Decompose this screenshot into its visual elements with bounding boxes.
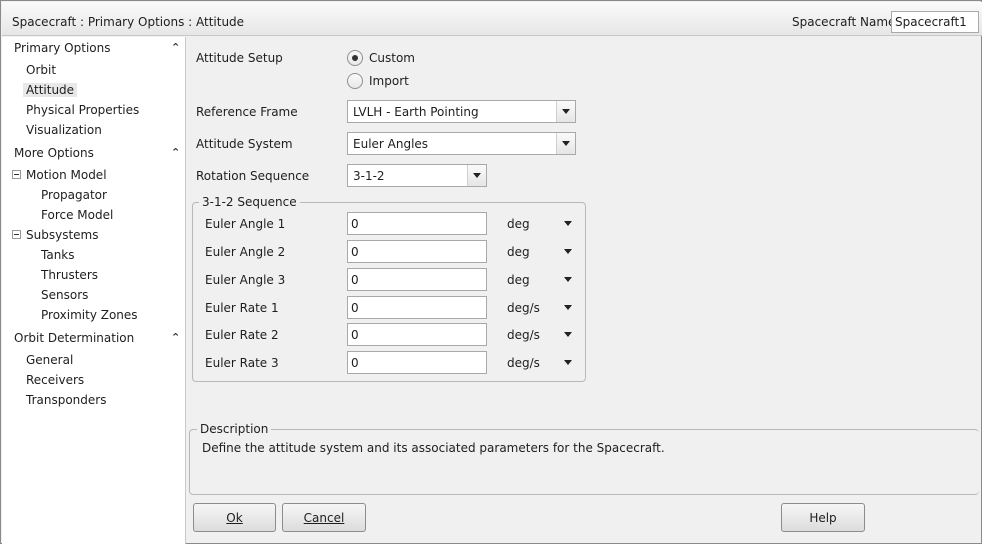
euler-rate-1-input[interactable]: [347, 296, 487, 319]
euler-angle-3-label: Euler Angle 3: [205, 273, 286, 287]
dropdown-arrow-icon[interactable]: [556, 101, 575, 122]
help-button[interactable]: Help: [781, 503, 865, 532]
ok-button[interactable]: Ok: [193, 503, 276, 532]
euler-angle-2-unit: deg: [507, 245, 530, 259]
attitude-system-label: Attitude System: [196, 137, 293, 151]
unit-dropdown-arrow-icon[interactable]: [559, 241, 575, 257]
spacecraft-name-label: Spacecraft Name: [792, 15, 896, 29]
sidebar-item-sensors[interactable]: Sensors: [41, 288, 88, 302]
description-panel: [189, 429, 979, 495]
euler-angle-1-input[interactable]: [347, 212, 487, 235]
sequence-group-title: 3-1-2 Sequence: [199, 195, 300, 209]
rotation-sequence-select[interactable]: 3-1-2: [347, 164, 487, 187]
sidebar-section-primary-options[interactable]: Primary Options: [14, 41, 111, 55]
euler-rate-2-input[interactable]: [347, 323, 487, 346]
custom-radio-label[interactable]: Custom: [369, 51, 415, 65]
custom-radio[interactable]: [347, 50, 363, 66]
collapse-minus-icon[interactable]: [12, 230, 21, 239]
description-title: Description: [197, 422, 272, 436]
description-text: Define the attitude system and its assoc…: [202, 441, 665, 455]
header-bar: Spacecraft : Primary Options : Attitude …: [2, 2, 982, 36]
sidebar-nav: Primary Options ⌃ Orbit Attitude Physica…: [2, 37, 186, 544]
euler-rate-3-input[interactable]: [347, 351, 487, 374]
euler-rate-1-unit: deg/s: [507, 301, 540, 315]
rotation-sequence-label: Rotation Sequence: [196, 169, 310, 183]
reference-frame-select[interactable]: LVLH - Earth Pointing: [347, 100, 576, 123]
unit-dropdown-arrow-icon[interactable]: [559, 269, 575, 285]
reference-frame-label: Reference Frame: [196, 105, 298, 119]
euler-angle-1-unit: deg: [507, 217, 530, 231]
sidebar-item-tanks[interactable]: Tanks: [41, 248, 75, 262]
sidebar-item-subsystems[interactable]: Subsystems: [26, 228, 98, 242]
euler-rate-1-label: Euler Rate 1: [205, 301, 279, 315]
sidebar-item-visualization[interactable]: Visualization: [26, 123, 102, 137]
euler-rate-3-unit: deg/s: [507, 356, 540, 370]
sidebar-item-thrusters[interactable]: Thrusters: [41, 268, 98, 282]
unit-dropdown-arrow-icon[interactable]: [559, 297, 575, 313]
euler-angle-3-unit: deg: [507, 273, 530, 287]
rotation-sequence-value: 3-1-2: [353, 169, 385, 183]
sidebar-item-propagator[interactable]: Propagator: [41, 188, 107, 202]
spacecraft-name-input[interactable]: [891, 11, 979, 33]
breadcrumb: Spacecraft : Primary Options : Attitude: [12, 15, 245, 29]
euler-rate-2-label: Euler Rate 2: [205, 328, 279, 342]
sidebar-item-force-model[interactable]: Force Model: [41, 208, 113, 222]
cancel-button[interactable]: Cancel: [282, 503, 366, 532]
sidebar-item-motion-model[interactable]: Motion Model: [26, 168, 107, 182]
attitude-setup-label: Attitude Setup: [196, 51, 283, 65]
collapse-minus-icon[interactable]: [12, 170, 21, 179]
sidebar-section-more-options[interactable]: More Options: [14, 146, 94, 160]
sidebar-item-proximity-zones[interactable]: Proximity Zones: [41, 308, 138, 322]
unit-dropdown-arrow-icon[interactable]: [559, 324, 575, 340]
sidebar-item-transponders[interactable]: Transponders: [26, 393, 106, 407]
attitude-system-select[interactable]: Euler Angles: [347, 132, 576, 155]
sidebar-item-general[interactable]: General: [26, 353, 73, 367]
euler-rate-3-label: Euler Rate 3: [205, 356, 279, 370]
unit-dropdown-arrow-icon[interactable]: [559, 352, 575, 368]
sidebar-item-physical-properties[interactable]: Physical Properties: [26, 103, 139, 117]
collapse-chevron-icon[interactable]: ⌃: [171, 41, 180, 54]
import-radio[interactable]: [347, 73, 363, 89]
sidebar-item-receivers[interactable]: Receivers: [26, 373, 84, 387]
sidebar-item-orbit[interactable]: Orbit: [26, 63, 56, 77]
euler-angle-2-input[interactable]: [347, 240, 487, 263]
dropdown-arrow-icon[interactable]: [556, 133, 575, 154]
euler-rate-2-unit: deg/s: [507, 328, 540, 342]
collapse-chevron-icon[interactable]: ⌃: [171, 331, 180, 344]
sidebar-section-orbit-determination[interactable]: Orbit Determination: [14, 331, 134, 345]
sidebar-item-attitude[interactable]: Attitude: [23, 83, 78, 97]
spacecraft-dialog: Spacecraft : Primary Options : Attitude …: [0, 0, 982, 544]
euler-angle-2-label: Euler Angle 2: [205, 245, 286, 259]
dropdown-arrow-icon[interactable]: [467, 165, 486, 186]
import-radio-label[interactable]: Import: [369, 74, 409, 88]
euler-angle-3-input[interactable]: [347, 268, 487, 291]
euler-angle-1-label: Euler Angle 1: [205, 217, 286, 231]
collapse-chevron-icon[interactable]: ⌃: [171, 146, 180, 159]
unit-dropdown-arrow-icon[interactable]: [559, 213, 575, 229]
attitude-system-value: Euler Angles: [353, 137, 429, 151]
reference-frame-value: LVLH - Earth Pointing: [353, 105, 479, 119]
